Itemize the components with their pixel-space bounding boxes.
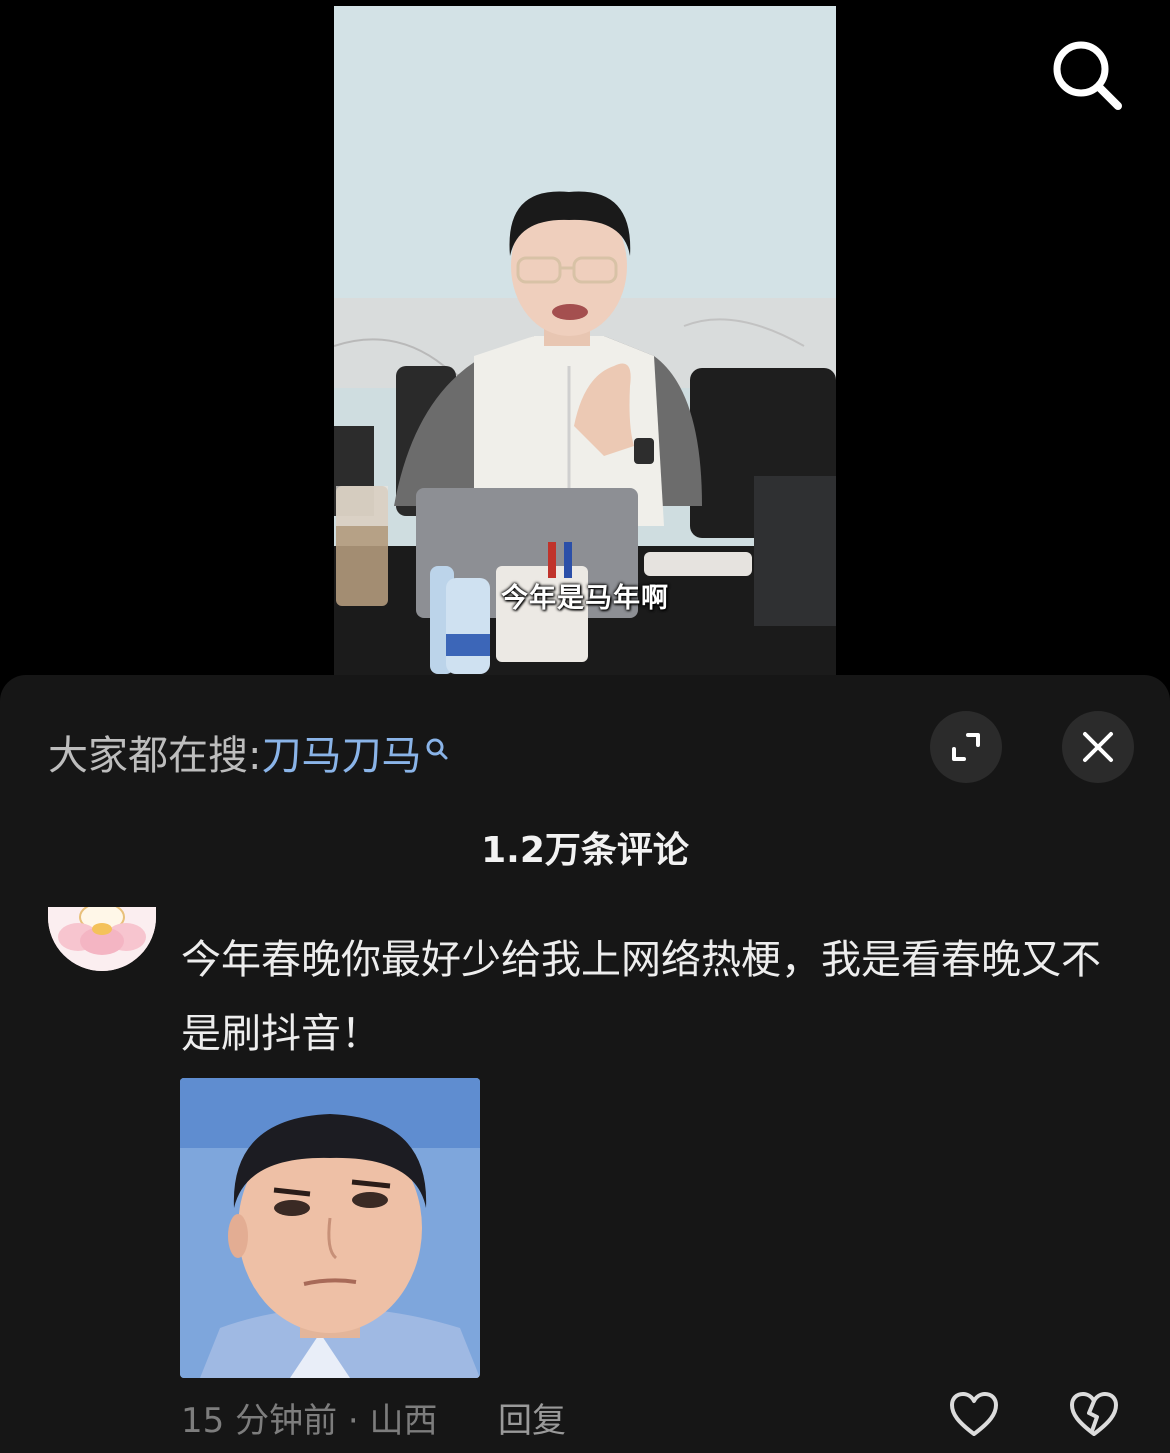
close-button[interactable]	[1062, 711, 1134, 783]
dislike-button[interactable]	[1068, 1389, 1120, 1441]
comment-text: 今年春晚你最好少给我上网络热梗，我是看春晚又不是刷抖音！	[181, 937, 1101, 1057]
avatar[interactable]	[48, 907, 156, 971]
comment-count: 1.2万条评论	[481, 830, 689, 871]
close-icon	[1083, 732, 1113, 762]
heart-icon	[950, 1392, 998, 1436]
video-still	[334, 6, 836, 675]
broken-heart-icon	[1070, 1392, 1118, 1436]
trending-search-keyword[interactable]: 刀马刀马	[261, 733, 421, 779]
trending-search[interactable]: 大家都在搜:刀马刀马	[48, 723, 449, 781]
trending-search-prefix: 大家都在搜:	[48, 733, 262, 779]
search-button[interactable]	[1050, 38, 1126, 114]
video-frame[interactable]: 今年是马年啊	[334, 6, 836, 675]
video-subtitle: 今年是马年啊	[501, 583, 669, 614]
comments-panel: 大家都在搜:刀马刀马 1.2万条评论 今年春晚你最好少给我上网络热梗，我是看春晚…	[0, 675, 1170, 1453]
reply-button[interactable]: 回复	[498, 1393, 566, 1442]
comment-image[interactable]	[180, 1078, 480, 1378]
comment-meta: 15 分钟前 · 山西	[181, 1401, 438, 1441]
expand-icon	[952, 733, 980, 761]
like-button[interactable]	[948, 1389, 1000, 1441]
search-icon	[1053, 41, 1122, 110]
expand-button[interactable]	[930, 711, 1002, 783]
video-player[interactable]: 今年是马年啊	[0, 0, 1170, 690]
small-search-icon	[425, 727, 449, 773]
